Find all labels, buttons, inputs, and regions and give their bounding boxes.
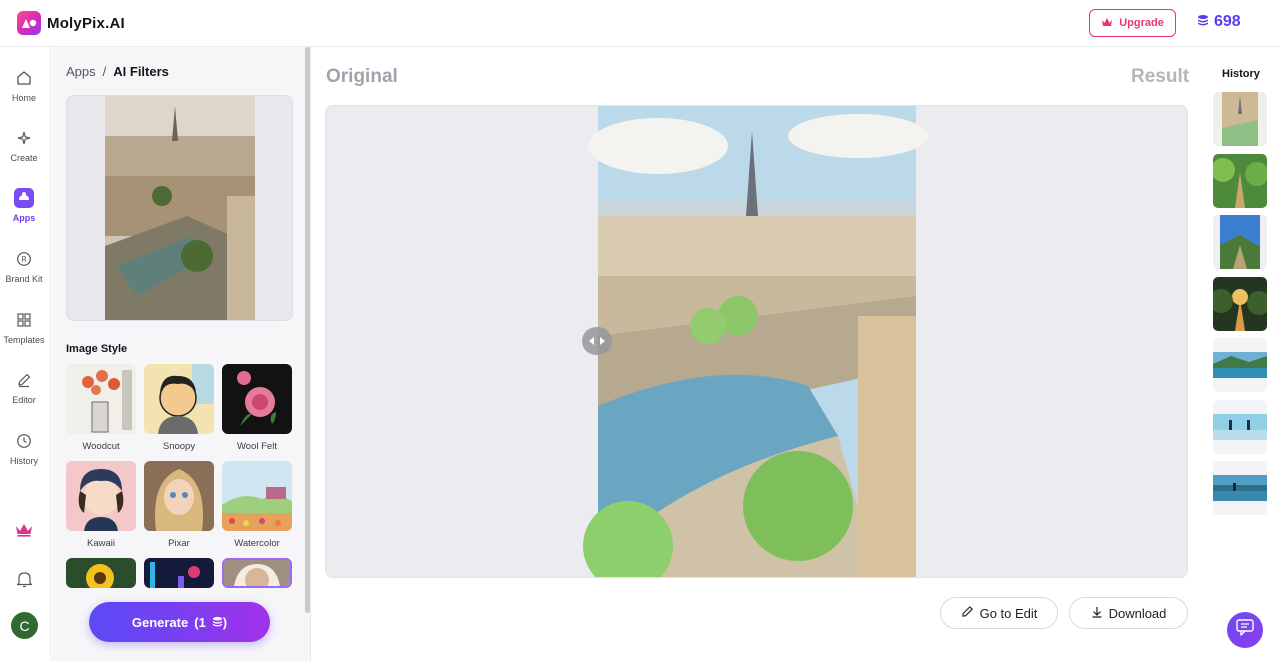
result-label: Result xyxy=(1131,66,1190,87)
history-item[interactable] xyxy=(1213,215,1267,269)
compare-slider-handle[interactable] xyxy=(582,327,612,355)
neon-thumbnail xyxy=(144,558,214,588)
breadcrumb-apps[interactable]: Apps xyxy=(66,64,96,79)
sunflower-thumbnail xyxy=(66,558,136,588)
style-name: Kawaii xyxy=(87,538,115,549)
source-image-upload[interactable] xyxy=(66,95,293,321)
style-name: Wool Felt xyxy=(237,441,277,452)
credits-count: 698 xyxy=(1214,13,1241,30)
result-image xyxy=(583,106,928,577)
download-icon xyxy=(1091,606,1103,621)
style-card-kawaii[interactable]: Kawaii xyxy=(66,461,136,549)
pencil-icon xyxy=(14,370,34,390)
chat-support-button[interactable] xyxy=(1227,612,1263,648)
kawaii-thumbnail xyxy=(66,461,136,531)
logo-icon xyxy=(17,11,41,35)
history-item[interactable] xyxy=(1213,154,1267,208)
upgrade-button[interactable]: Upgrade xyxy=(1089,9,1176,37)
brand-kit-icon: R xyxy=(14,249,34,269)
snoopy-thumbnail xyxy=(144,364,214,434)
nav-item-apps[interactable]: Apps xyxy=(0,188,48,223)
style-name: Woodcut xyxy=(82,441,120,452)
style-card-sunflower[interactable] xyxy=(66,558,136,588)
comparison-stage[interactable] xyxy=(325,105,1188,578)
upgrade-label: Upgrade xyxy=(1119,17,1164,29)
go-to-edit-button[interactable]: Go to Edit xyxy=(940,597,1058,629)
style-card-watercolor[interactable]: Watercolor xyxy=(222,461,292,549)
nav-item-create[interactable]: Create xyxy=(0,128,48,163)
source-image xyxy=(105,96,255,320)
logo[interactable]: MolyPix.AI xyxy=(17,11,125,35)
templates-icon xyxy=(14,310,34,330)
style-name: Pixar xyxy=(168,538,190,549)
selected-style-thumbnail xyxy=(222,558,292,588)
history-item[interactable] xyxy=(1213,461,1267,515)
credits-balance[interactable]: 698 xyxy=(1197,13,1241,31)
breadcrumb-separator: / xyxy=(102,64,107,79)
style-name: Watercolor xyxy=(234,538,280,549)
nav-item-history[interactable]: History xyxy=(0,431,48,466)
wool-felt-thumbnail xyxy=(222,364,292,434)
style-card-wool-felt[interactable]: Wool Felt xyxy=(222,364,292,452)
clock-icon xyxy=(14,431,34,451)
coins-icon xyxy=(1197,13,1209,31)
avatar[interactable]: C xyxy=(11,612,38,639)
bell-icon[interactable] xyxy=(16,570,33,593)
pixar-thumbnail xyxy=(144,461,214,531)
generate-cost-open: (1 xyxy=(194,614,206,630)
pencil-icon xyxy=(961,605,974,621)
original-label: Original xyxy=(326,66,398,87)
crown-icon xyxy=(1101,17,1113,30)
svg-text:R: R xyxy=(21,255,27,264)
download-button[interactable]: Download xyxy=(1069,597,1188,629)
logo-text: MolyPix.AI xyxy=(47,14,125,32)
history-item[interactable] xyxy=(1213,400,1267,454)
download-label: Download xyxy=(1108,605,1167,621)
apps-icon xyxy=(14,188,34,208)
style-card-neon[interactable] xyxy=(144,558,214,588)
image-style-title: Image Style xyxy=(66,343,128,355)
chat-icon xyxy=(1236,619,1254,641)
style-card-woodcut[interactable]: Woodcut xyxy=(66,364,136,452)
woodcut-thumbnail xyxy=(66,364,136,434)
home-icon xyxy=(14,68,34,88)
history-item[interactable] xyxy=(1213,277,1267,331)
breadcrumb: Apps / AI Filters xyxy=(66,64,169,79)
top-bar: MolyPix.AI Upgrade 698 xyxy=(0,0,1280,47)
style-card-pixar[interactable]: Pixar xyxy=(144,461,214,549)
nav-item-editor[interactable]: Editor xyxy=(0,370,48,405)
style-name: Snoopy xyxy=(162,441,196,452)
panel-divider xyxy=(310,47,311,661)
panel-scrollbar[interactable] xyxy=(305,47,310,613)
sparkles-icon xyxy=(14,128,34,148)
nav-item-brand-kit[interactable]: R Brand Kit xyxy=(0,249,48,284)
generate-button[interactable]: Generate (1 ) xyxy=(89,602,270,642)
watercolor-thumbnail xyxy=(222,461,292,531)
history-title: History xyxy=(1222,68,1260,80)
left-nav: Home Create Apps R Brand Kit Templates E… xyxy=(0,47,51,661)
style-card-snoopy[interactable]: Snoopy xyxy=(144,364,214,452)
breadcrumb-current: AI Filters xyxy=(113,64,169,79)
history-item[interactable] xyxy=(1213,92,1267,146)
nav-item-templates[interactable]: Templates xyxy=(0,310,48,345)
nav-item-home[interactable]: Home xyxy=(0,68,48,103)
go-to-edit-label: Go to Edit xyxy=(979,605,1038,621)
generate-label: Generate xyxy=(131,614,189,630)
premium-crown-icon[interactable] xyxy=(15,523,33,542)
history-item[interactable] xyxy=(1213,338,1267,392)
generate-cost-close: ) xyxy=(222,614,228,630)
style-card-selected[interactable] xyxy=(222,558,292,588)
coins-icon xyxy=(212,615,223,630)
